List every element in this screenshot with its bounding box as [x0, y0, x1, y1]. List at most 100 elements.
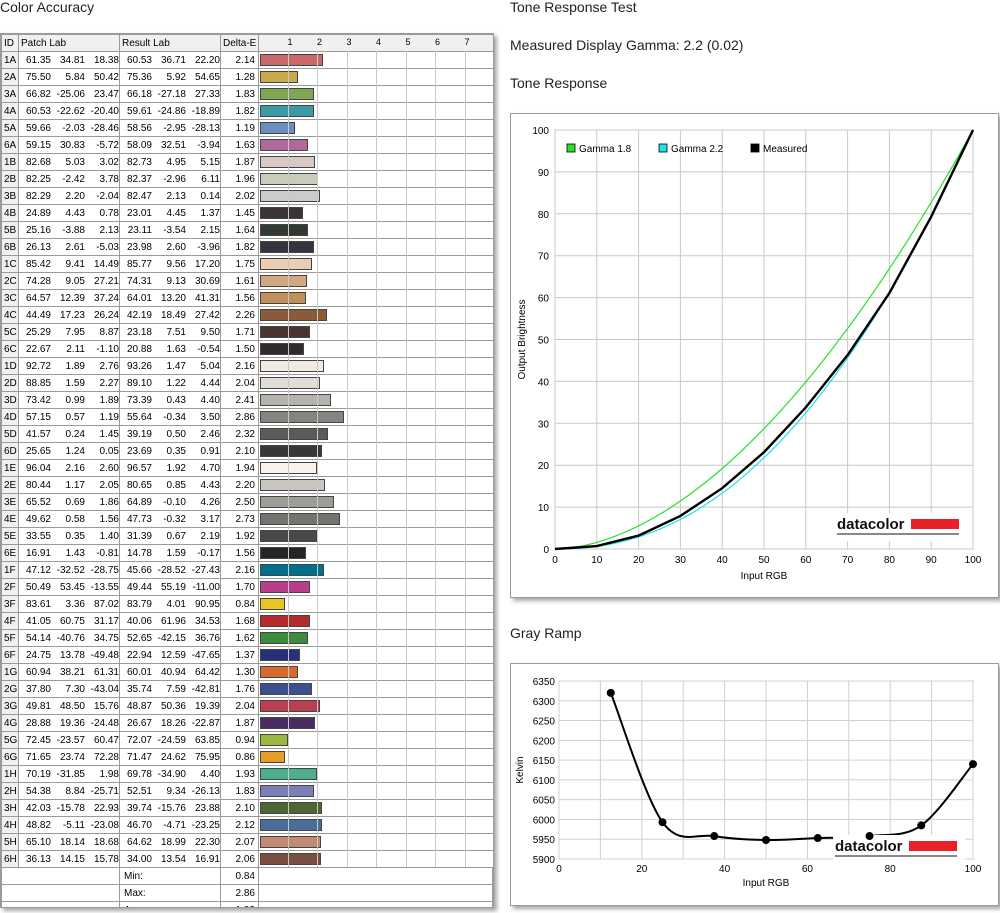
patch-lab-cell: 28.88 19.36 -24.48 — [17, 714, 120, 732]
lab-b-value: 4.44 — [200, 377, 220, 389]
result-lab-cell: 47.73 -0.32 3.17 — [118, 510, 221, 528]
lab-b-value: 18.68 — [93, 836, 119, 848]
lab-a-value: 0.58 — [65, 513, 85, 525]
delta-e-bar — [259, 139, 309, 151]
delta-e-bar — [259, 853, 321, 865]
y-axis-label: Output Brightness — [517, 299, 528, 379]
lab-a-value: -32.52 — [56, 564, 85, 576]
patch-lab-cell: 59.66 -2.03 -28.46 — [17, 119, 120, 137]
table-row: 2A 75.50 5.84 50.42 75.36 5.92 54.65 1.28 — [1, 68, 493, 86]
patch-lab-cell: 80.44 1.17 2.05 — [17, 476, 120, 494]
lab-a-value: 13.54 — [160, 853, 186, 865]
summary-label: Average: — [118, 901, 221, 907]
lab-a-value: 7.59 — [166, 683, 186, 695]
lab-l-value: 20.88 — [126, 343, 152, 355]
delta-e-bar — [259, 547, 306, 559]
lab-b-value: -28.75 — [90, 564, 119, 576]
lab-b-value: -2.04 — [96, 190, 119, 202]
lab-l-value: 44.49 — [25, 309, 51, 321]
lab-l-value: 83.61 — [25, 598, 51, 610]
delta-e-value: 1.92 — [219, 527, 259, 545]
y-tick-label: 10 — [538, 503, 550, 514]
patch-lab-cell: 66.82 -25.06 23.47 — [17, 85, 120, 103]
lab-l-value: 41.57 — [25, 428, 51, 440]
patch-id: 5A — [1, 119, 19, 137]
lab-a-value: -27.18 — [157, 88, 186, 100]
lab-a-value: 2.11 — [66, 343, 85, 355]
lab-a-value: 18.49 — [160, 309, 186, 321]
lab-l-value: 58.09 — [126, 139, 152, 151]
y-tick-label: 50 — [538, 336, 550, 347]
lab-l-value: 23.18 — [126, 326, 152, 338]
lab-b-value: 0.78 — [99, 207, 119, 219]
delta-e-value: 1.68 — [219, 612, 259, 630]
y-tick-label: 6050 — [533, 796, 556, 807]
lab-a-value: 19.36 — [59, 717, 85, 729]
delta-e-value: 1.56 — [219, 544, 259, 562]
lab-b-value: 5.04 — [200, 360, 220, 372]
lab-l-value: 70.19 — [25, 768, 51, 780]
delta-e-value: 1.61 — [219, 272, 259, 290]
delta-e-value: 1.82 — [219, 238, 259, 256]
lab-l-value: 16.91 — [25, 547, 51, 559]
lab-l-value: 23.11 — [127, 224, 152, 236]
patch-lab-cell: 59.15 30.83 -5.72 — [17, 136, 120, 154]
lab-b-value: 27.33 — [194, 88, 220, 100]
result-lab-cell: 83.79 4.01 90.95 — [118, 595, 221, 613]
patch-id: 3C — [1, 289, 19, 307]
axis-gridline — [346, 51, 348, 867]
lab-b-value: -24.48 — [90, 717, 119, 729]
lab-a-value: 5.92 — [166, 71, 186, 83]
lab-l-value: 69.78 — [126, 768, 152, 780]
y-axis-label: Kelvin — [515, 756, 526, 783]
lab-b-value: 87.02 — [93, 598, 119, 610]
lab-l-value: 96.04 — [25, 462, 51, 474]
lab-a-value: 18.99 — [160, 836, 186, 848]
summary-label: Min: — [118, 867, 221, 885]
result-lab-cell: 93.26 1.47 5.04 — [118, 357, 221, 375]
patch-lab-cell: 60.94 38.21 61.31 — [17, 663, 120, 681]
axis-gridline — [405, 51, 407, 867]
tone-response-chart: 0 10 20 30 40 50 60 70 80 90 100 0 10 20 30 40 50 60 70 80 9… — [517, 126, 982, 582]
axis-gridline — [287, 51, 289, 867]
color-accuracy-panel[interactable]: ID Patch Lab Result Lab Delta-E 1234567 … — [0, 33, 494, 908]
patch-lab-cell: 33.55 0.35 1.40 — [17, 527, 120, 545]
patch-lab-cell: 65.52 0.69 1.86 — [17, 493, 120, 511]
logo-red-bar — [911, 519, 959, 529]
lab-b-value: -18.89 — [191, 105, 220, 117]
summary-value: 2.86 — [219, 884, 259, 902]
patch-id: 2D — [1, 374, 19, 392]
lab-a-value: 23.74 — [59, 751, 85, 763]
result-lab-cell: 26.67 18.26 -22.87 — [118, 714, 221, 732]
lab-b-value: 64.42 — [194, 666, 220, 678]
patch-lab-cell: 61.35 34.81 18.38 — [17, 51, 120, 69]
lab-l-value: 40.06 — [126, 615, 152, 627]
lab-a-value: 0.85 — [166, 479, 186, 491]
delta-e-bar — [259, 326, 311, 338]
lab-l-value: 74.28 — [25, 275, 51, 287]
lab-a-value: 0.50 — [166, 428, 186, 440]
patch-lab-cell: 54.14 -40.76 34.75 — [17, 629, 120, 647]
summary-value: 1.83 — [219, 901, 259, 907]
lab-l-value: 25.65 — [25, 445, 51, 457]
lab-l-value: 52.51 — [126, 785, 152, 797]
table-row: 3D 73.42 0.99 1.89 73.39 0.43 4.40 2.41 — [1, 391, 493, 409]
summary-blank — [257, 884, 493, 902]
summary-blank — [257, 901, 493, 907]
delta-e-value: 2.06 — [219, 850, 259, 868]
delta-e-value: 2.02 — [219, 187, 259, 205]
lab-l-value: 83.79 — [126, 598, 152, 610]
lab-l-value: 57.15 — [25, 411, 51, 423]
lab-a-value: 7.51 — [166, 326, 186, 338]
lab-a-value: -3.88 — [62, 224, 85, 236]
lab-a-value: 32.51 — [160, 139, 186, 151]
lab-b-value: 0.14 — [200, 190, 220, 202]
lab-l-value: 31.39 — [126, 530, 152, 542]
lab-l-value: 75.50 — [25, 71, 51, 83]
axis-tick-label: 1 — [287, 37, 293, 47]
table-row: 3C 64.57 12.39 37.24 64.01 13.20 41.31 1.56 — [1, 289, 493, 307]
table-row: 5E 33.55 0.35 1.40 31.39 0.67 2.19 1.92 — [1, 527, 493, 545]
color-accuracy-table: ID Patch Lab Result Lab Delta-E 1234567 … — [1, 34, 493, 907]
result-lab-cell: 59.61 -24.86 -18.89 — [118, 102, 221, 120]
gray-ramp-point — [762, 836, 770, 845]
